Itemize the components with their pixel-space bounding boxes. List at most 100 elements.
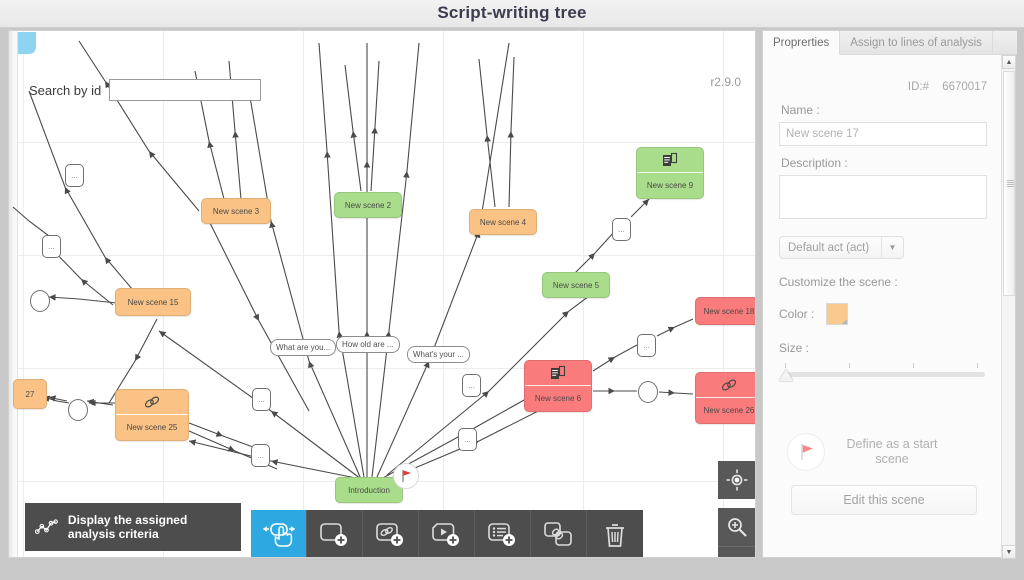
scene-node[interactable]: New scene 26 (695, 372, 755, 424)
scene-node-label: New scene 9 (646, 181, 694, 190)
size-slider-thumb[interactable] (779, 369, 793, 381)
scene-node[interactable]: Introduction (335, 477, 403, 503)
define-start-scene-label: Define as a start scene (846, 437, 938, 466)
act-select[interactable]: Default act (act) ▼ (779, 236, 904, 259)
dialogue-bubble[interactable]: What are you... (270, 339, 337, 356)
zoom-in-button[interactable] (718, 508, 755, 546)
scene-node[interactable]: New scene 3 (201, 198, 271, 224)
color-row: Color : (779, 303, 987, 325)
scene-id-value: 6670017 (942, 81, 987, 93)
edge-handle[interactable] (30, 290, 50, 312)
panel-scrollbar[interactable]: ▲ ▼ (1001, 55, 1016, 559)
dialogue-bubble[interactable]: How old are ... (336, 336, 400, 353)
scene-node-icon (525, 361, 591, 386)
customize-scene-title: Customize the scene : (779, 275, 898, 289)
canvas-toolbar (251, 510, 643, 557)
display-analysis-criteria-button[interactable]: Display the assigned analysis criteria (25, 503, 241, 551)
edge-handle[interactable]: ... (458, 428, 477, 451)
trash-icon (606, 524, 624, 547)
link-scenes-icon (543, 522, 572, 546)
scene-node-label: Introduction (348, 485, 390, 495)
scene-node[interactable]: New scene 6 (524, 360, 592, 412)
add-media-scene-icon (431, 523, 459, 546)
edge-handle[interactable]: ... (252, 388, 271, 411)
tool-delete[interactable] (587, 510, 643, 557)
scrollbar-up-icon[interactable]: ▲ (1002, 55, 1016, 69)
tab-properties[interactable]: Proprerties (763, 31, 841, 55)
scene-node[interactable]: New scene 2 (334, 192, 402, 218)
title-bar: Script-writing tree (0, 0, 1024, 28)
view-controls (718, 461, 755, 557)
define-start-scene-button[interactable]: Define as a start scene (779, 433, 987, 471)
scene-node[interactable]: New scene 18 (695, 297, 755, 325)
scene-id-row: ID:# 6670017 (779, 81, 987, 93)
application-window: Script-writing tree Search by id r2.9.0 … (0, 0, 1024, 580)
edge-handle[interactable]: ... (251, 444, 270, 467)
add-link-scene-icon (375, 523, 403, 546)
size-slider-track[interactable] (785, 372, 985, 377)
flag-icon (402, 470, 411, 482)
edge-handle[interactable] (68, 399, 88, 421)
tool-add-media-scene[interactable] (419, 510, 475, 557)
act-select-value: Default act (act) (788, 241, 870, 254)
name-label: Name : (781, 103, 820, 117)
center-view-icon (726, 469, 748, 491)
name-field[interactable] (779, 122, 987, 146)
dialogue-bubble[interactable]: What's your ... (407, 346, 470, 363)
edge-handle[interactable] (638, 381, 658, 403)
scene-node-label: New scene 25 (126, 423, 178, 432)
scene-node[interactable]: New scene 5 (542, 272, 610, 298)
tab-assign-lines-of-analysis[interactable]: Assign to lines of analysis (840, 31, 993, 55)
zoom-out-icon (732, 556, 738, 557)
search-row: Search by id (29, 79, 262, 101)
edge-handle[interactable]: ... (637, 334, 656, 357)
tool-add-scene[interactable] (307, 510, 363, 557)
tool-link-scenes[interactable] (531, 510, 587, 557)
version-label: r2.9.0 (710, 75, 741, 89)
size-slider[interactable] (779, 363, 991, 385)
zoom-button-group (718, 508, 755, 557)
scene-node[interactable]: New scene 15 (115, 288, 191, 316)
link-icon (721, 379, 737, 391)
scrollbar-thumb[interactable] (1003, 71, 1015, 296)
scene-node-label: New scene 6 (534, 394, 582, 403)
color-swatch-button[interactable] (826, 303, 849, 325)
flag-icon (801, 444, 813, 460)
search-label: Search by id (29, 82, 102, 98)
start-flag-icon (787, 433, 825, 471)
list-icon (551, 365, 566, 379)
scene-node-label: New scene 15 (127, 297, 179, 307)
edge-handle[interactable]: ... (42, 235, 61, 258)
size-slider-ticks (785, 363, 985, 368)
center-view-button[interactable] (718, 461, 755, 499)
scene-node[interactable]: New scene 4 (469, 209, 537, 235)
zoom-out-button[interactable] (718, 546, 755, 557)
graph-canvas[interactable]: Search by id r2.9.0 27 New scene 15 New sc… (8, 30, 756, 558)
search-input[interactable] (109, 79, 262, 101)
scrollbar-down-icon[interactable]: ▼ (1002, 545, 1016, 559)
scene-node-icon (696, 373, 755, 398)
edit-scene-button[interactable]: Edit this scene (791, 485, 977, 515)
tool-select-move[interactable] (251, 510, 307, 557)
scene-node-label: 27 (25, 389, 35, 399)
edit-scene-label: Edit this scene (843, 493, 925, 507)
edge-handle[interactable]: ... (612, 218, 631, 241)
tool-add-list-scene[interactable] (475, 510, 531, 557)
list-icon (663, 152, 678, 166)
tool-add-link-scene[interactable] (363, 510, 419, 557)
description-field[interactable] (779, 175, 987, 219)
scene-node-label: New scene 2 (344, 200, 392, 210)
move-select-icon (262, 523, 295, 547)
scene-node[interactable]: New scene 25 (115, 389, 189, 441)
scene-id-label: ID:# (907, 81, 930, 93)
start-scene-flag-icon[interactable] (393, 463, 419, 489)
scene-node[interactable]: 27 (13, 379, 47, 409)
scene-node[interactable]: New scene 9 (636, 147, 704, 199)
analysis-criteria-icon (35, 519, 58, 534)
edge-handle[interactable]: ... (462, 374, 481, 397)
size-label: Size : (779, 341, 810, 355)
add-scene-icon (319, 523, 347, 546)
tab-assign-label: Assign to lines of analysis (850, 37, 982, 49)
chevron-down-icon: ▼ (881, 237, 903, 258)
edge-handle[interactable]: ... (65, 164, 84, 187)
